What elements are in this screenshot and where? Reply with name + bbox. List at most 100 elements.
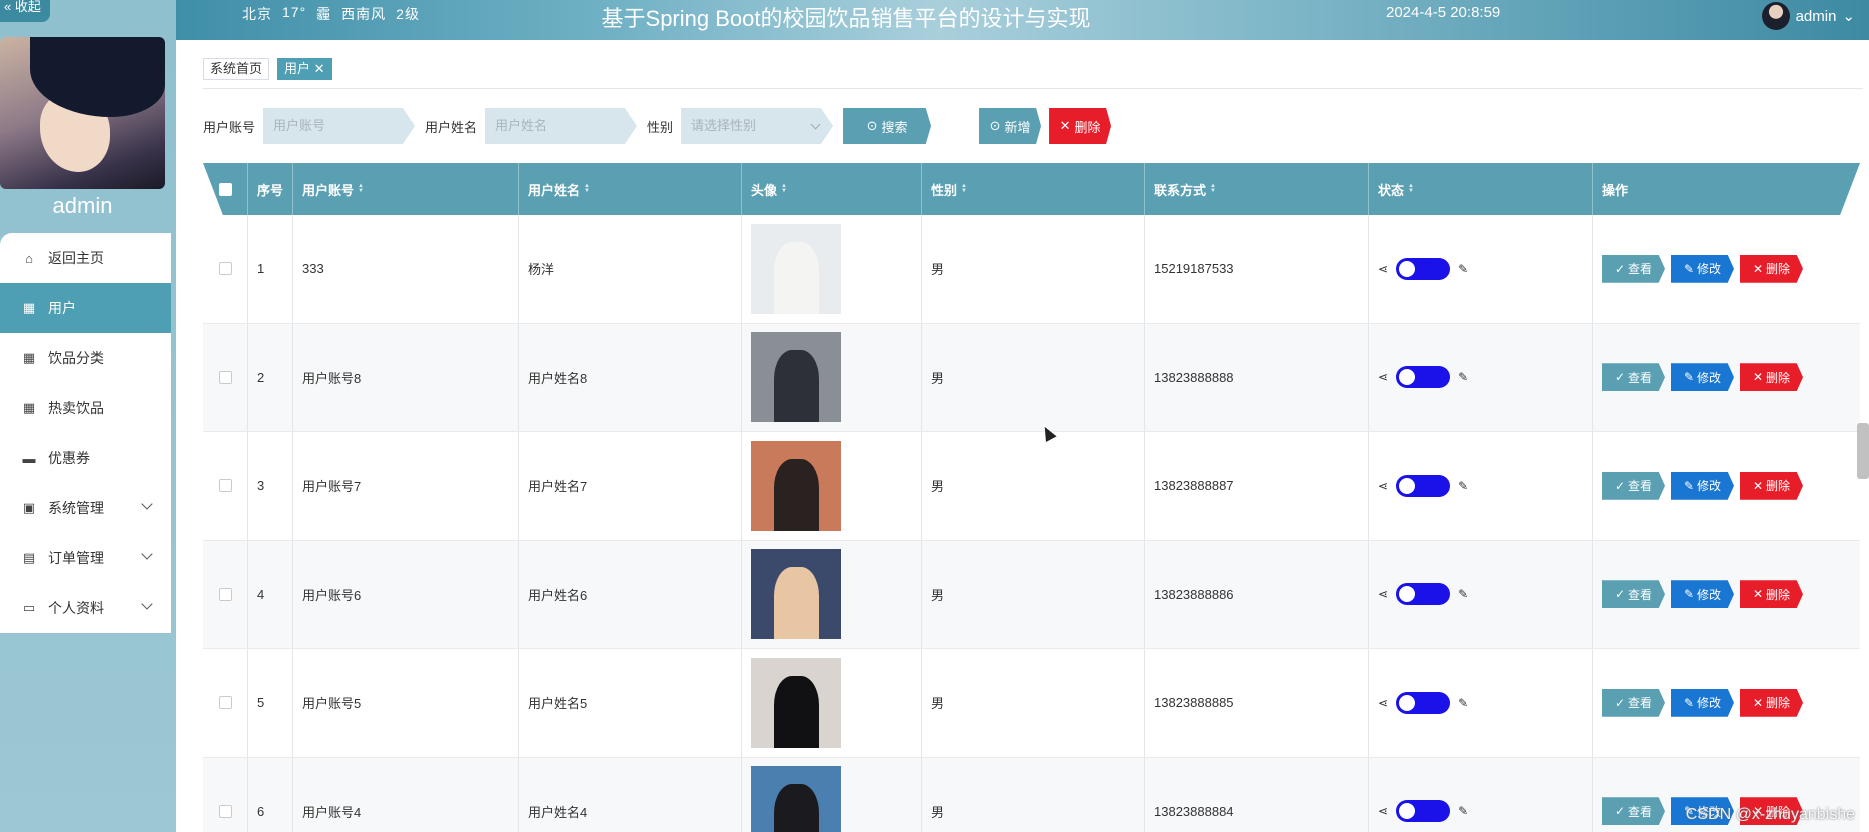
sort-icon[interactable]: ▲ ▼ (358, 183, 364, 194)
briefcase-icon: ▣ (22, 500, 36, 515)
sidebar-item-hot-drinks[interactable]: ▦ 热卖饮品 (0, 383, 171, 433)
user-avatar-image[interactable] (751, 223, 841, 314)
select-all-cell (203, 163, 248, 215)
edit-pen-icon[interactable]: ✎ (1458, 479, 1468, 493)
row-checkbox[interactable] (218, 479, 232, 493)
sidebar-item-system[interactable]: ▣ 系统管理 (0, 483, 171, 533)
edit-icon: ✎ (1683, 695, 1695, 710)
share-icon[interactable]: ⋖ (1378, 587, 1388, 601)
add-button[interactable]: ⊙ 新增 (979, 108, 1042, 144)
sidebar-item-profile[interactable]: ▭ 个人资料 (0, 583, 171, 633)
chevron-down-icon (141, 598, 153, 610)
edit-button[interactable]: ✎ 修改 (1671, 580, 1734, 609)
sidebar-item-coupons[interactable]: ▬ 优惠券 (0, 433, 171, 483)
edit-pen-icon[interactable]: ✎ (1458, 587, 1468, 601)
gender-select[interactable]: 请选择性别 (681, 108, 834, 144)
delete-button[interactable]: ✕ 删除 (1740, 363, 1803, 392)
sort-icon[interactable]: ▲ ▼ (1210, 183, 1216, 194)
status-toggle[interactable] (1396, 800, 1451, 823)
view-button[interactable]: ✓ 查看 (1602, 363, 1665, 392)
sort-icon[interactable]: ▲ ▼ (584, 183, 590, 194)
tag-home[interactable]: 系统首页 (203, 58, 270, 80)
row-checkbox[interactable] (218, 804, 232, 818)
account-label: 用户账号 (203, 119, 256, 135)
user-avatar-image[interactable] (751, 549, 841, 640)
status-toggle[interactable] (1396, 257, 1451, 280)
column-header-account[interactable]: 用户账号 ▲ ▼ (293, 163, 519, 215)
sidebar-item-orders[interactable]: ▤ 订单管理 (0, 533, 171, 583)
scrollbar-thumb[interactable] (1857, 423, 1869, 479)
share-icon[interactable]: ⋖ (1378, 479, 1388, 493)
edit-pen-icon[interactable]: ✎ (1458, 370, 1468, 384)
cell-phone: 13823888886 (1145, 540, 1369, 648)
delete-label: 删除 (1766, 262, 1791, 277)
edit-label: 修改 (1697, 479, 1722, 494)
edit-pen-icon[interactable]: ✎ (1458, 804, 1468, 818)
sidebar-item-users[interactable]: ▦ 用户 (0, 283, 171, 333)
row-checkbox[interactable] (218, 696, 232, 710)
sort-icon[interactable]: ▲ ▼ (961, 183, 967, 194)
user-avatar-image[interactable] (751, 657, 841, 748)
user-menu[interactable]: admin ⌄ (1761, 2, 1855, 30)
delete-button[interactable]: ✕ 删除 (1740, 688, 1803, 717)
sidebar-item-label: 优惠券 (48, 450, 90, 466)
status-toggle[interactable] (1396, 474, 1451, 497)
tag-users[interactable]: 用户 ✕ (277, 58, 332, 80)
share-icon[interactable]: ⋖ (1378, 370, 1388, 384)
select-all-checkbox[interactable] (218, 182, 232, 196)
edit-button[interactable]: ✎ 修改 (1671, 688, 1734, 717)
column-header-phone[interactable]: 联系方式 ▲ ▼ (1145, 163, 1369, 215)
edit-button[interactable]: ✎ 修改 (1671, 471, 1734, 500)
view-button[interactable]: ✓ 查看 (1602, 471, 1665, 500)
edit-pen-icon[interactable]: ✎ (1458, 696, 1468, 710)
column-header-gender[interactable]: 性别 ▲ ▼ (922, 163, 1145, 215)
sort-icon[interactable]: ▲ ▼ (781, 183, 787, 194)
user-avatar-image[interactable] (751, 332, 841, 423)
tags-view: 系统首页 用户 ✕ (203, 58, 332, 80)
user-avatar-image[interactable] (751, 440, 841, 531)
view-button[interactable]: ✓ 查看 (1602, 580, 1665, 609)
sort-icon[interactable]: ▲ ▼ (1408, 183, 1414, 194)
column-header-name[interactable]: 用户姓名 ▲ ▼ (519, 163, 742, 215)
collapse-button[interactable]: « 收起 (0, 0, 50, 22)
view-button[interactable]: ✓ 查看 (1602, 688, 1665, 717)
row-checkbox[interactable] (218, 587, 232, 601)
cell-account: 用户账号5 (293, 649, 519, 757)
row-checkbox[interactable] (218, 262, 232, 276)
search-button[interactable]: ⊙ 搜索 (843, 108, 932, 144)
cell-phone: 15219187533 (1145, 215, 1369, 323)
cell-gender: 男 (922, 215, 1145, 323)
edit-button[interactable]: ✎ 修改 (1671, 254, 1734, 283)
column-header-avatar[interactable]: 头像 ▲ ▼ (742, 163, 922, 215)
share-icon[interactable]: ⋖ (1378, 262, 1388, 276)
avatar (1761, 2, 1790, 30)
delete-button[interactable]: ✕ 删除 (1740, 254, 1803, 283)
sidebar-item-drink-category[interactable]: ▦ 饮品分类 (0, 333, 171, 383)
sidebar-item-home[interactable]: ⌂ 返回主页 (0, 233, 171, 283)
user-avatar-image[interactable] (751, 766, 841, 832)
column-header-status[interactable]: 状态 ▲ ▼ (1369, 163, 1593, 215)
share-icon[interactable]: ⋖ (1378, 804, 1388, 818)
chevron-down-icon (141, 498, 153, 510)
cell-name: 用户姓名4 (519, 757, 742, 832)
view-button[interactable]: ✓ 查看 (1602, 797, 1665, 826)
close-icon: ✕ (1752, 478, 1764, 493)
row-checkbox[interactable] (218, 370, 232, 384)
batch-delete-button[interactable]: ✕ 删除 (1049, 108, 1112, 144)
edit-pen-icon[interactable]: ✎ (1458, 262, 1468, 276)
table-row: 1 333 杨洋 男 15219187533 ⋖ ✎ ✓ 查看 ✎ 修改 ✕ 删除 (203, 215, 1860, 324)
cell-phone: 13823888888 (1145, 323, 1369, 431)
edit-button[interactable]: ✎ 修改 (1671, 363, 1734, 392)
view-button[interactable]: ✓ 查看 (1602, 254, 1665, 283)
account-search-input[interactable]: 用户账号 (263, 108, 416, 144)
status-toggle[interactable] (1396, 691, 1451, 714)
name-search-input[interactable]: 用户姓名 (485, 108, 638, 144)
status-toggle[interactable] (1396, 583, 1451, 606)
cell-status: ⋖ ✎ (1369, 432, 1593, 540)
share-icon[interactable]: ⋖ (1378, 696, 1388, 710)
delete-button[interactable]: ✕ 删除 (1740, 471, 1803, 500)
cell-status: ⋖ ✎ (1369, 540, 1593, 648)
status-toggle[interactable] (1396, 366, 1451, 389)
check-icon: ✓ (1614, 261, 1626, 276)
delete-button[interactable]: ✕ 删除 (1740, 580, 1803, 609)
